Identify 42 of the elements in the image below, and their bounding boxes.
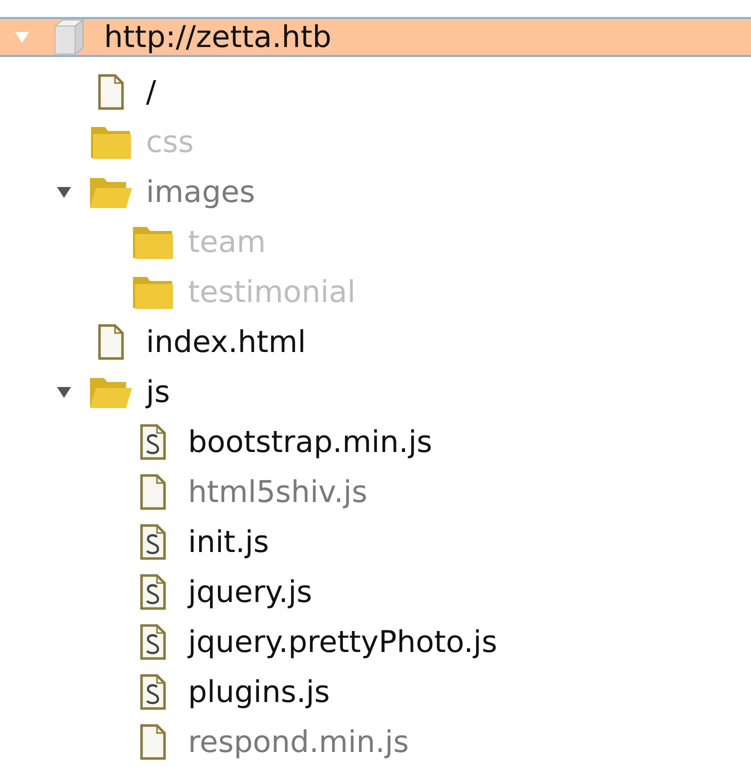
- tree-item-label: bootstrap.min.js: [188, 424, 432, 460]
- tree-row[interactable]: bootstrap.min.js: [0, 417, 751, 467]
- tree-item-label: jquery.prettyPhoto.js: [188, 624, 498, 660]
- file-icon: [98, 324, 124, 360]
- script-file-icon: [140, 574, 166, 610]
- script-file-icon: [140, 674, 166, 710]
- tree-item-label: html5shiv.js: [188, 474, 368, 510]
- tree-item-label: index.html: [146, 324, 306, 360]
- script-file-icon: [140, 424, 166, 460]
- tree-row[interactable]: index.html: [0, 317, 751, 367]
- folder-icon: [90, 124, 132, 160]
- script-file-icon: [140, 524, 166, 560]
- expanded-arrow-icon[interactable]: [56, 185, 72, 199]
- folder-icon: [132, 224, 174, 260]
- file-icon: [140, 724, 166, 760]
- cube-icon: [53, 18, 85, 56]
- tree-row[interactable]: /: [0, 67, 751, 117]
- tree-item-label: css: [146, 124, 194, 160]
- tree-item-label: images: [146, 174, 256, 210]
- tree-row[interactable]: images: [0, 167, 751, 217]
- file-icon: [140, 474, 166, 510]
- tree-item-label: plugins.js: [188, 674, 330, 710]
- tree-item-label: testimonial: [188, 274, 356, 310]
- expanded-arrow-icon[interactable]: [56, 385, 72, 399]
- tree-item-label: /: [146, 74, 156, 110]
- tree-item-label: team: [188, 224, 266, 260]
- tree-row[interactable]: jquery.js: [0, 567, 751, 617]
- tree-item-label: js: [146, 374, 170, 410]
- file-icon: [98, 74, 124, 110]
- tree-item-label: init.js: [188, 524, 269, 560]
- tree-row[interactable]: jquery.prettyPhoto.js: [0, 617, 751, 667]
- tree-row[interactable]: init.js: [0, 517, 751, 567]
- tree-item-label: http://zetta.htb: [104, 20, 332, 54]
- tree-row[interactable]: js: [0, 367, 751, 417]
- script-file-icon: [140, 624, 166, 660]
- tree-row[interactable]: http://zetta.htb: [0, 17, 751, 57]
- tree-item-label: jquery.js: [188, 574, 312, 610]
- folder-icon: [132, 274, 174, 310]
- tree-item-label: respond.min.js: [188, 724, 409, 760]
- tree-row[interactable]: html5shiv.js: [0, 467, 751, 517]
- tree-row[interactable]: respond.min.js: [0, 717, 751, 767]
- tree-row[interactable]: plugins.js: [0, 667, 751, 717]
